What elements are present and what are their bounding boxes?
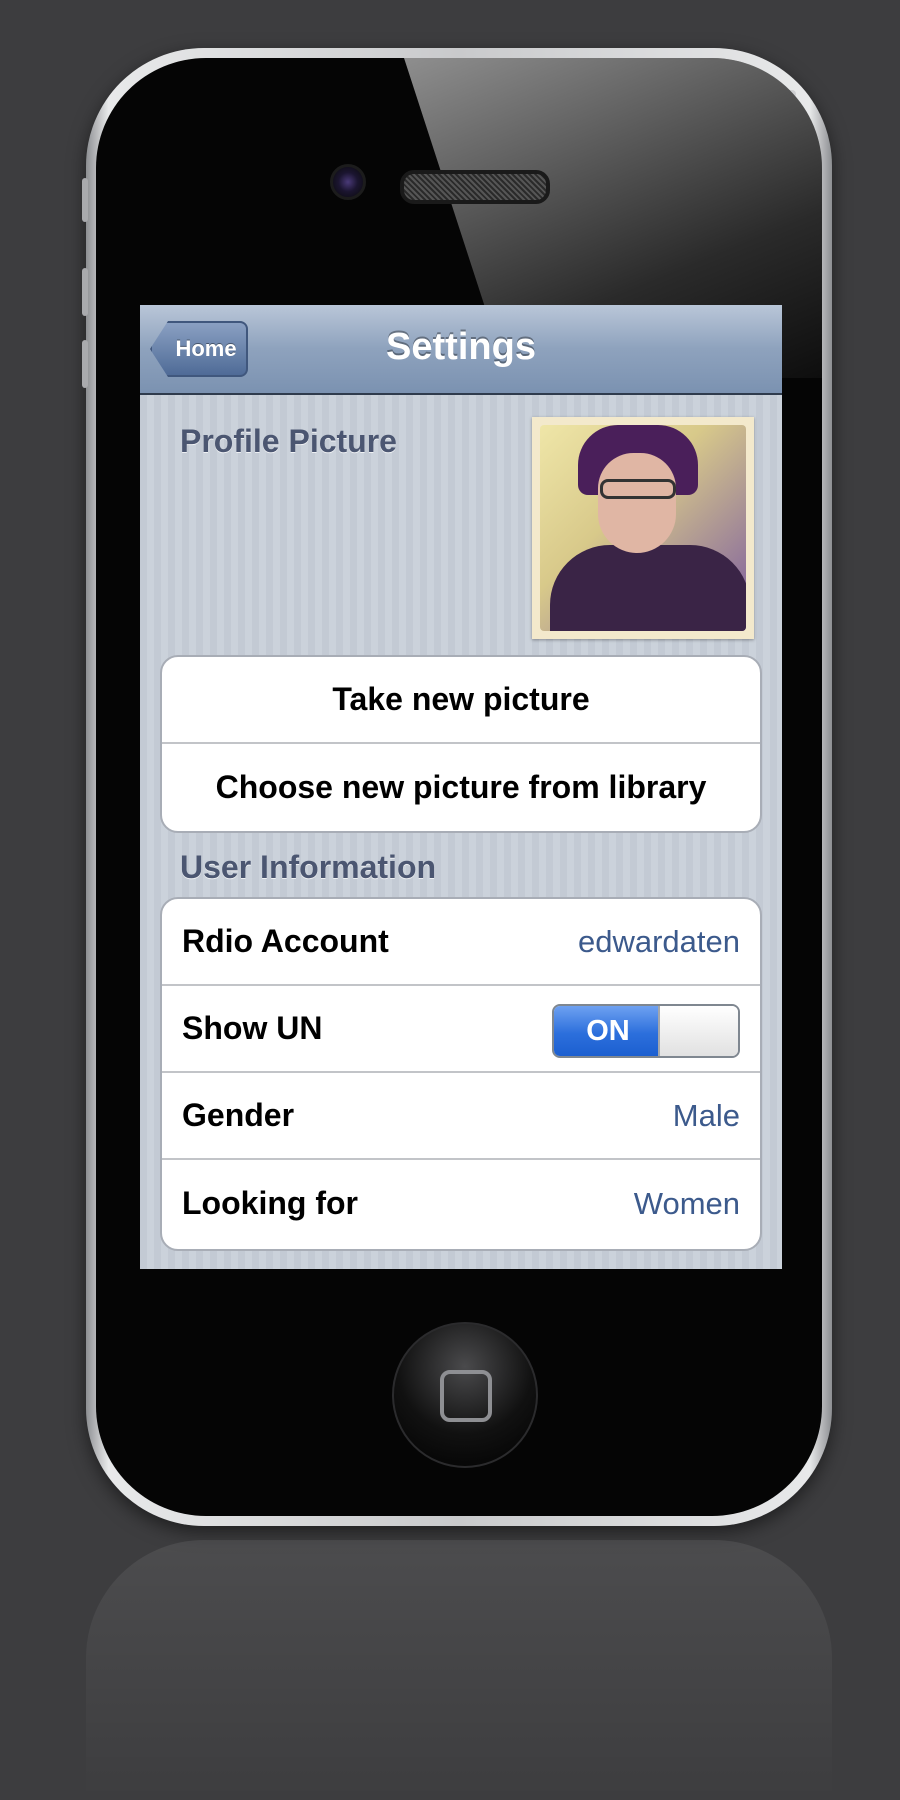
avatar [540, 425, 746, 631]
profile-picture[interactable] [532, 417, 754, 639]
choose-from-library-button[interactable]: Choose new picture from library [162, 744, 760, 831]
gender-row[interactable]: Gender Male [162, 1073, 760, 1160]
home-square-icon [440, 1370, 492, 1422]
volume-down-button [82, 340, 88, 388]
profile-picture-label: Profile Picture [180, 423, 397, 459]
gender-value: Male [672, 1097, 740, 1133]
looking-for-label: Looking for [182, 1185, 358, 1221]
take-new-picture-button[interactable]: Take new picture [162, 657, 760, 744]
home-button-icon[interactable] [392, 1322, 538, 1468]
volume-up-button [82, 268, 88, 316]
looking-for-row[interactable]: Looking for Women [162, 1160, 760, 1247]
rdio-account-row[interactable]: Rdio Account edwardaten [162, 899, 760, 986]
navigation-bar: Home Settings [140, 305, 782, 395]
speaker-icon [400, 170, 550, 204]
show-un-label: Show UN [182, 1010, 323, 1046]
looking-for-value: Women [633, 1185, 740, 1221]
back-button-label: Home [175, 336, 237, 361]
rdio-account-label: Rdio Account [182, 923, 389, 959]
app-screen: Home Settings Profile Picture Take new p… [140, 305, 782, 1269]
toggle-knob[interactable] [658, 1006, 738, 1056]
show-un-row: Show UN ON [162, 986, 760, 1073]
show-un-toggle[interactable]: ON [552, 1004, 740, 1058]
toggle-on-label: ON [554, 1006, 662, 1056]
phone-reflection [86, 1540, 832, 1800]
rdio-account-value: edwardaten [577, 923, 740, 959]
home-back-button[interactable]: Home [150, 321, 248, 377]
camera-icon [330, 164, 366, 200]
user-information-label: User Information [180, 849, 437, 885]
mute-switch [82, 178, 88, 222]
picture-actions-group: Take new picture Choose new picture from… [160, 655, 762, 833]
user-information-group: Rdio Account edwardaten Show UN ON Gende… [160, 897, 762, 1251]
gender-label: Gender [182, 1097, 295, 1133]
